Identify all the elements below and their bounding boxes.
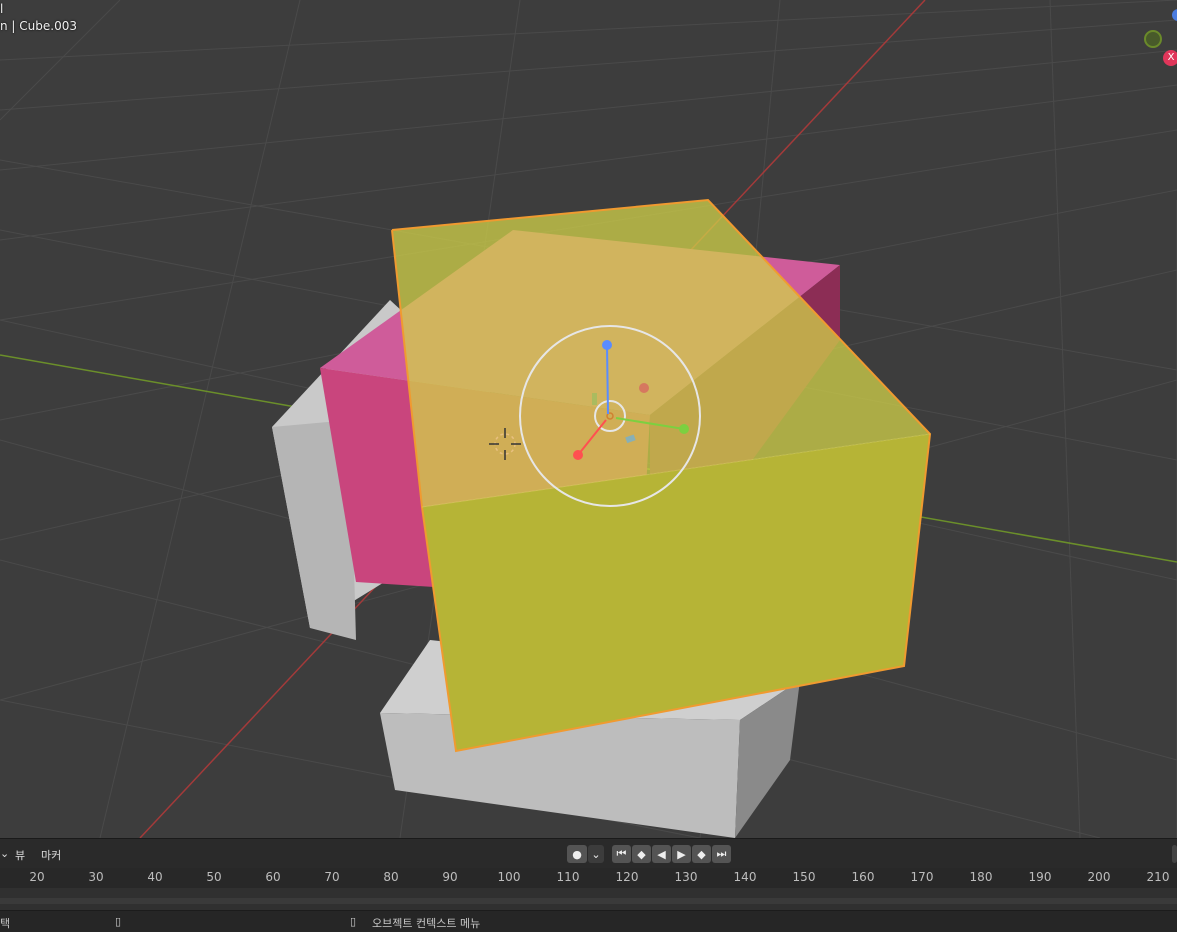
ruler-tick-label: 20: [29, 870, 45, 884]
active-object-label: n | Cube.003: [0, 19, 77, 33]
ruler-tick-label: 70: [324, 870, 340, 884]
ruler-tick-label: 80: [383, 870, 399, 884]
status-context-menu-label: 오브젝트 컨텍스트 메뉴: [372, 917, 481, 930]
ruler-tick-label: 100: [497, 870, 521, 884]
ruler-tick-label: 90: [442, 870, 458, 884]
ruler-tick-label: 30: [88, 870, 104, 884]
keying-dropdown-icon[interactable]: ⌄: [588, 845, 604, 863]
timeline-track[interactable]: [0, 888, 1177, 910]
ruler-tick-label: 140: [733, 870, 757, 884]
menu-marker[interactable]: 마커: [41, 847, 61, 863]
next-keyframe-icon[interactable]: ◆: [692, 845, 711, 863]
viewport-scene[interactable]: [0, 0, 1177, 838]
ruler-tick-label: 200: [1087, 870, 1111, 884]
status-bar: 택 ▯ ▯ 오브젝트 컨텍스트 메뉴: [0, 910, 1177, 932]
auto-keying-record-icon[interactable]: ●: [567, 845, 587, 863]
editor-type-dropdown[interactable]: ⌄: [0, 847, 9, 860]
frame-field-edge[interactable]: [1172, 845, 1177, 863]
ruler-tick-label: 150: [792, 870, 816, 884]
y-axis-handle[interactable]: [679, 424, 689, 434]
viewport-mode-label: l: [0, 2, 4, 16]
ruler-tick-label: 190: [1028, 870, 1052, 884]
prev-keyframe-icon[interactable]: ◆: [632, 845, 651, 863]
jump-end-icon[interactable]: ⏭: [712, 845, 731, 863]
nav-gizmo-x-icon[interactable]: X: [1163, 50, 1177, 66]
ruler-tick-label: 110: [556, 870, 580, 884]
status-left-text: 택: [0, 917, 11, 930]
ruler-tick-label: 160: [851, 870, 875, 884]
ruler-tick-label: 60: [265, 870, 281, 884]
nav-gizmo-neg-y-icon[interactable]: [1144, 30, 1162, 48]
timeline-ruler[interactable]: 20 30 40 50 60 70 80 90 100 110 120 130 140 150 160 170…: [0, 868, 1177, 888]
ruler-tick-label: 170: [910, 870, 934, 884]
mouse-left-icon: ▯: [115, 915, 122, 928]
ruler-tick-label: 130: [674, 870, 698, 884]
ruler-tick-label: 210: [1146, 870, 1170, 884]
nav-gizmo-z-icon[interactable]: [1172, 9, 1177, 21]
ruler-tick-label: 180: [969, 870, 993, 884]
jump-start-icon[interactable]: ⏮: [612, 845, 631, 863]
ruler-tick-label: 120: [615, 870, 639, 884]
play-reverse-icon[interactable]: ◀: [652, 845, 671, 863]
play-icon[interactable]: ▶: [672, 845, 691, 863]
x-axis-handle[interactable]: [573, 450, 583, 460]
ruler-tick-label: 50: [206, 870, 222, 884]
3d-viewport[interactable]: l n | Cube.003 X: [0, 0, 1177, 838]
z-axis-handle[interactable]: [602, 340, 612, 350]
yellow-cube[interactable]: [391, 198, 932, 753]
menu-view[interactable]: 뷰: [15, 847, 25, 863]
mouse-right-icon: ▯: [350, 915, 357, 928]
ruler-tick-label: 40: [147, 870, 163, 884]
timeline-header: ⌄ 뷰 마커 ● ⌄ ⏮ ◆ ◀ ▶ ◆ ⏭: [0, 838, 1177, 869]
